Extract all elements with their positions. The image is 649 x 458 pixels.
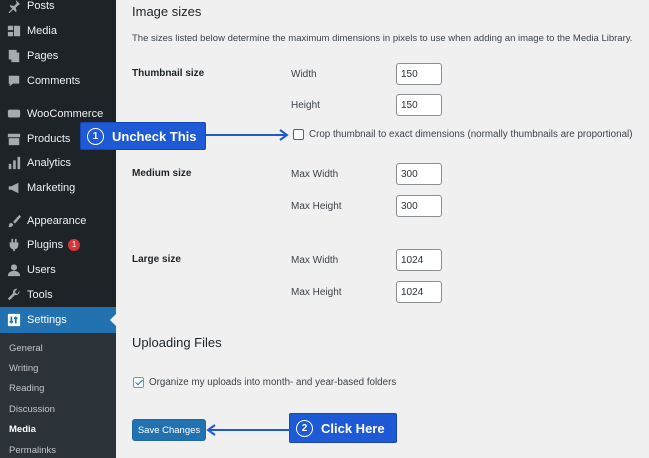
medium-width-input[interactable]: 300 [396, 163, 442, 185]
sidebar-item-label: Settings [27, 314, 67, 326]
sidebar-item-settings[interactable]: Settings [0, 307, 116, 333]
sidebar-item-analytics[interactable]: Analytics [0, 151, 116, 175]
medium-width-label: Max Width [291, 169, 339, 180]
megaphone-icon [7, 181, 21, 195]
save-changes-button[interactable]: Save Changes [132, 419, 206, 441]
sidebar-item-tools[interactable]: Tools [0, 283, 116, 307]
brush-icon [7, 214, 21, 228]
sidebar-item-plugins[interactable]: Plugins 1 [0, 233, 116, 257]
organize-uploads-label: Organize my uploads into month- and year… [149, 377, 397, 388]
sidebar-item-label: WooCommerce [27, 108, 104, 120]
pages-icon [7, 49, 21, 63]
submenu-item-general[interactable]: General [9, 343, 43, 354]
sidebar-item-label: Analytics [27, 157, 72, 169]
large-size-label: Large size [132, 254, 181, 265]
user-icon [7, 263, 21, 277]
section-title-image-sizes: Image sizes [132, 4, 202, 19]
archive-icon [7, 132, 21, 146]
wrench-icon [7, 288, 21, 302]
thumbnail-height-label: Height [291, 100, 320, 111]
submenu-item-permalinks[interactable]: Permalinks [9, 445, 56, 456]
large-width-input[interactable]: 1024 [396, 249, 442, 271]
submenu-item-reading[interactable]: Reading [9, 383, 44, 394]
arrow-left-icon [206, 424, 290, 436]
sidebar-item-label: Posts [27, 0, 55, 12]
large-width-label: Max Width [291, 255, 339, 266]
submenu-item-discussion[interactable]: Discussion [9, 404, 55, 415]
arrow-right-icon [206, 129, 289, 141]
sidebar-item-label: Appearance [27, 215, 87, 227]
image-sizes-description: The sizes listed below determine the max… [132, 33, 633, 44]
thumbnail-width-input[interactable]: 150 [396, 63, 442, 85]
sidebar-item-label: Marketing [27, 182, 76, 194]
thumbnail-size-label: Thumbnail size [132, 68, 205, 79]
sidebar-item-posts[interactable]: Posts [0, 0, 116, 18]
organize-uploads-checkbox[interactable] [133, 377, 144, 388]
chart-icon [7, 156, 21, 170]
plug-icon [7, 238, 21, 252]
thumbnail-width-label: Width [291, 69, 317, 80]
comments-icon [7, 74, 21, 88]
settings-icon [7, 313, 21, 327]
sidebar-item-marketing[interactable]: Marketing [0, 176, 116, 200]
callout-text: Uncheck This [112, 128, 197, 144]
woo-icon [7, 107, 21, 121]
crop-thumbnail-checkbox[interactable] [293, 129, 304, 140]
medium-size-label: Medium size [132, 168, 192, 179]
callout-text: Click Here [321, 420, 385, 436]
large-height-label: Max Height [291, 287, 342, 298]
medium-height-label: Max Height [291, 201, 342, 212]
sidebar-item-appearance[interactable]: Appearance [0, 209, 116, 233]
sidebar-item-comments[interactable]: Comments [0, 69, 116, 93]
callout-number: 2 [296, 419, 313, 437]
sidebar-item-label: Users [27, 264, 56, 276]
thumbnail-height-input[interactable]: 150 [396, 94, 442, 116]
media-icon [7, 24, 21, 38]
submenu-item-media[interactable]: Media [9, 424, 36, 435]
settings-submenu: General Writing Reading Discussion Media… [0, 333, 116, 458]
large-height-input[interactable]: 1024 [396, 281, 442, 303]
sidebar-item-label: Plugins [27, 239, 64, 251]
media-settings-panel: Image sizes The sizes listed below deter… [116, 0, 649, 458]
plugin-update-badge: 1 [68, 239, 81, 251]
sidebar-item-label: Tools [27, 289, 53, 301]
submenu-item-writing[interactable]: Writing [9, 363, 38, 374]
sidebar-item-pages[interactable]: Pages [0, 44, 116, 68]
sidebar-item-label: Products [27, 133, 71, 145]
callout-number: 1 [87, 127, 104, 145]
sidebar-item-users[interactable]: Users [0, 258, 116, 282]
sidebar-item-label: Comments [27, 75, 81, 87]
medium-height-input[interactable]: 300 [396, 195, 442, 217]
sidebar-item-label: Pages [27, 50, 59, 62]
callout-uncheck-this: 1 Uncheck This [80, 122, 206, 150]
sidebar-item-media[interactable]: Media [0, 19, 116, 43]
crop-thumbnail-label: Crop thumbnail to exact dimensions (norm… [309, 129, 633, 140]
callout-click-here: 2 Click Here [289, 413, 397, 443]
pin-icon [7, 0, 21, 13]
sidebar-item-label: Media [27, 25, 57, 37]
admin-sidebar: Posts Media Pages Comments WooCommerce P… [0, 0, 116, 458]
section-title-uploading: Uploading Files [132, 335, 222, 350]
